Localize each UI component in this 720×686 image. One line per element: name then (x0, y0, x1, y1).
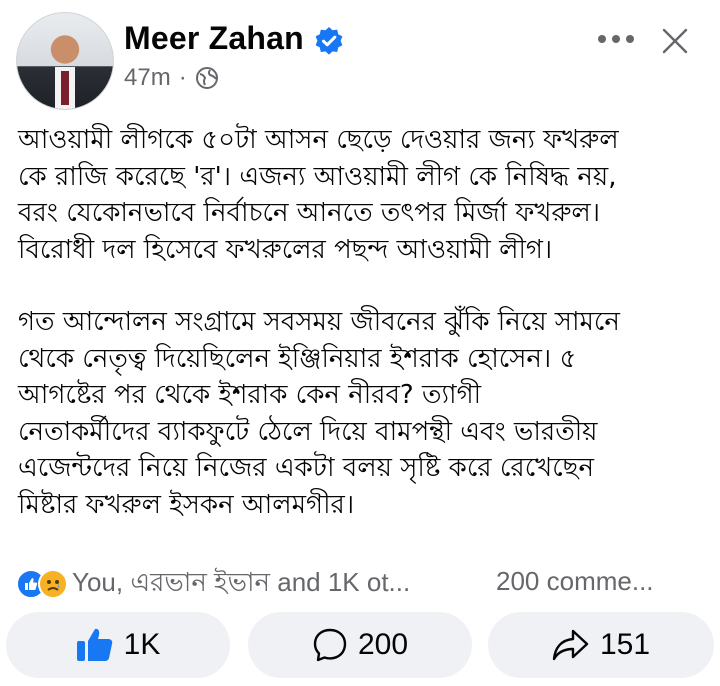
post-line: কে রাজি করেছে 'র'। এজন্য আওয়ামী লীগ কে … (18, 161, 617, 192)
share-button[interactable]: 151 (488, 612, 714, 678)
sad-reaction-icon (38, 569, 68, 599)
share-arrow-icon (552, 629, 589, 661)
reaction-people[interactable]: You, এরভান ইভান and 1K ot... (72, 562, 410, 606)
post-line: আগষ্টের পর থেকে ইশরাক কেন নীরব? ত্যাগী (18, 380, 482, 410)
author-name[interactable]: Meer Zahan (124, 20, 304, 57)
post-line: নেতাকর্মীদের ব্যাকফুটে ঠেলে দিয়ে বামপন্… (18, 416, 598, 447)
post-meta: 47m · (124, 64, 219, 92)
post-line: বিরোধী দল হিসেবে ফখরুলের পছন্দ আওয়ামী ল… (18, 234, 553, 265)
post-line: এজেন্টদের নিয়ে নিজের একটা বলয় সৃষ্টি ক… (18, 453, 594, 483)
comment-bubble-icon (313, 628, 347, 662)
post-line: থেকে নেতৃত্ব দিয়েছিলেন ইঞ্জিনিয়ার ইশরা… (18, 343, 577, 374)
globe-icon (195, 67, 218, 89)
post-time[interactable]: 47m (124, 64, 171, 92)
thumbs-up-icon (76, 628, 112, 661)
post-line: আওয়ামী লীগকে ৫০টা আসন ছেড়ে দেওয়ার জন্… (18, 125, 619, 155)
action-bar: 1K 200 151 (0, 610, 720, 680)
post-line: গত আন্দোলন সংগ্রামে সবসময় জীবনের ঝুঁকি … (18, 307, 620, 337)
reaction-icons (16, 569, 68, 599)
more-options-icon[interactable] (598, 27, 638, 51)
author-avatar[interactable] (16, 12, 114, 110)
verified-badge-icon (315, 27, 343, 55)
comment-button[interactable]: 200 (248, 612, 472, 678)
comment-count: 200 (357, 628, 409, 661)
comment-count-link[interactable]: 200 comme... (496, 566, 654, 597)
meta-separator: · (178, 64, 187, 91)
post-line: বরং যেকোনভাবে নির্বাচনে আনতে তৎপর মির্জা… (18, 198, 601, 228)
post-line: মিষ্টার ফখরুল ইসকন আলমগীর। (18, 489, 355, 520)
like-button[interactable]: 1K (6, 612, 230, 678)
post-body: আওয়ামী লীগকে ৫০টা আসন ছেড়ে দেওয়ার জন্… (18, 122, 708, 523)
post-header: Meer Zahan 47m · (0, 0, 720, 115)
like-count: 1K (123, 628, 161, 661)
close-icon[interactable] (660, 26, 690, 56)
share-count: 151 (599, 628, 651, 661)
avatar-tie (61, 71, 69, 105)
